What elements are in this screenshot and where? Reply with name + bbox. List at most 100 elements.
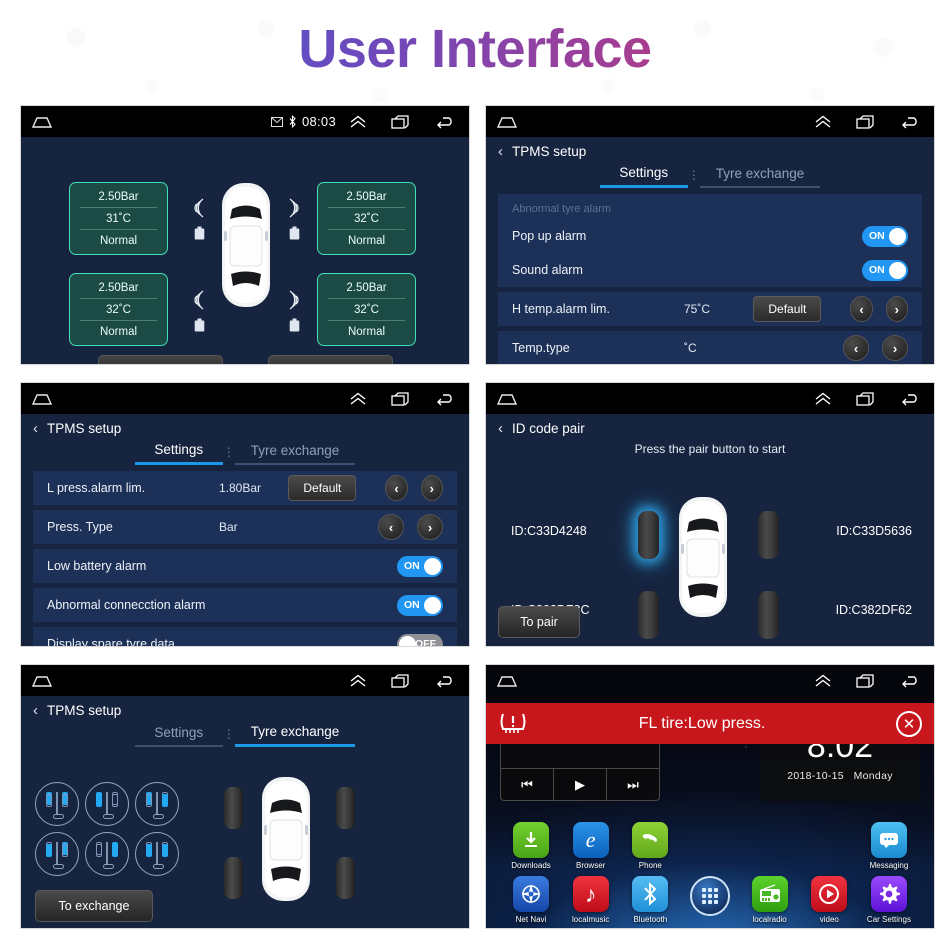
chevron-double-up-icon[interactable]	[814, 674, 832, 688]
app-net-navi[interactable]: Net Navi	[502, 876, 560, 924]
play-button[interactable]: ▶	[553, 769, 606, 800]
next-track-button[interactable]: ⏭	[606, 769, 659, 800]
row-pop-up-alarm[interactable]: Pop up alarm ON	[498, 219, 922, 253]
home-icon[interactable]	[496, 392, 518, 406]
id-pair-screen: ‹ ID code pair Press the pair button to …	[486, 414, 934, 646]
back-icon[interactable]	[900, 392, 920, 406]
row-abnormal-connection-alarm[interactable]: Abnormal connecction alarm ON	[33, 588, 457, 622]
rotation-pattern-4-icon[interactable]	[35, 832, 79, 876]
recents-icon[interactable]	[391, 391, 411, 406]
tire-card-front-left[interactable]: 2.50Bar 31˚C Normal	[69, 182, 168, 255]
back-chevron-icon[interactable]: ‹	[33, 703, 38, 718]
tyre-rear-right[interactable]	[758, 591, 779, 639]
app-label: Car Settings	[866, 915, 911, 924]
display-spare-tyre-data-toggle[interactable]: OFF	[397, 633, 443, 646]
chevron-double-up-icon[interactable]	[349, 115, 367, 129]
back-icon[interactable]	[435, 674, 455, 688]
app-browser[interactable]: e Browser	[562, 822, 620, 870]
tyre-rear-left[interactable]	[638, 591, 659, 639]
app-localradio[interactable]: localradio	[741, 876, 799, 924]
row-press-type[interactable]: Press. Type Bar ‹ ›	[33, 510, 457, 544]
recents-icon[interactable]	[856, 673, 876, 688]
previous-track-button[interactable]: ⏮	[501, 769, 553, 800]
back-icon[interactable]	[900, 674, 920, 688]
decrease-button[interactable]: ‹	[843, 335, 869, 361]
signal-waves-icon	[289, 290, 299, 310]
back-icon[interactable]	[435, 392, 455, 406]
decrease-button[interactable]: ‹	[850, 296, 873, 322]
tyre-front-left[interactable]	[638, 511, 659, 559]
back-icon[interactable]	[900, 115, 920, 129]
home-icon[interactable]	[31, 674, 53, 688]
app-phone[interactable]: Phone	[621, 822, 679, 870]
tire-temp: 32˚C	[328, 207, 405, 229]
app-bluetooth[interactable]: Bluetooth	[621, 876, 679, 924]
tire-card-rear-right[interactable]: 2.50Bar 32˚C Normal	[317, 273, 416, 346]
increase-button[interactable]: ›	[417, 514, 443, 540]
rotation-pattern-2-icon[interactable]	[85, 782, 129, 826]
app-downloads[interactable]: Downloads	[502, 822, 560, 870]
gear-icon	[870, 876, 907, 912]
increase-button[interactable]: ›	[885, 296, 908, 322]
decrease-button[interactable]: ‹	[378, 514, 404, 540]
row-l-press-alarm-lim[interactable]: L press.alarm lim. 1.80Bar Default ‹ ›	[33, 471, 457, 505]
tire-card-rear-left[interactable]: 2.50Bar 32˚C Normal	[69, 273, 168, 346]
home-icon[interactable]	[31, 392, 53, 406]
app-car-settings[interactable]: Car Settings	[860, 876, 918, 924]
row-low-battery-alarm[interactable]: Low battery alarm ON	[33, 549, 457, 583]
row-temp-type[interactable]: Temp.type ˚C ‹ ›	[498, 331, 922, 364]
chevron-double-up-icon[interactable]	[349, 392, 367, 406]
home-icon[interactable]	[496, 674, 518, 688]
app-messaging[interactable]: Messaging	[860, 822, 918, 870]
pop-up-alarm-toggle[interactable]: ON	[862, 225, 908, 247]
tire-card-front-right[interactable]: 2.50Bar 32˚C Normal	[317, 182, 416, 255]
rotation-pattern-1-icon[interactable]	[35, 782, 79, 826]
id-code-pair-button[interactable]: ID code pair	[97, 355, 223, 364]
status-time: 08:03	[301, 114, 336, 129]
panel-home-alert: 01Chuange 01:00/04:23 ⏮ ▶ ⏭ 8:02 2018-10…	[485, 664, 935, 929]
tab-tyre-exchange[interactable]: Tyre exchange	[699, 164, 821, 188]
back-chevron-icon[interactable]: ‹	[498, 144, 503, 159]
row-h-temp-alarm-lim[interactable]: H temp.alarm lim. 75˚C Default ‹ ›	[498, 292, 922, 326]
recents-icon[interactable]	[391, 114, 411, 129]
row-display-spare-tyre-data[interactable]: Display spare tyre data OFF	[33, 627, 457, 646]
tab-settings[interactable]: Settings	[599, 163, 688, 188]
recents-icon[interactable]	[856, 114, 876, 129]
decrease-button[interactable]: ‹	[385, 475, 408, 501]
close-icon[interactable]: ✕	[896, 710, 922, 737]
tab-tyre-exchange[interactable]: Tyre exchange	[234, 441, 356, 465]
tpms-alert-banner: FL tire:Low press. ✕	[486, 703, 934, 744]
back-icon[interactable]	[435, 115, 455, 129]
chevron-double-up-icon[interactable]	[349, 674, 367, 688]
chevron-double-up-icon[interactable]	[814, 392, 832, 406]
default-button[interactable]: Default	[288, 475, 357, 501]
tab-tyre-exchange[interactable]: Tyre exchange	[234, 722, 356, 747]
back-chevron-icon[interactable]: ‹	[498, 421, 503, 436]
home-icon[interactable]	[496, 115, 518, 129]
rotation-pattern-3-icon[interactable]	[135, 782, 179, 826]
chevron-double-up-icon[interactable]	[814, 115, 832, 129]
increase-button[interactable]: ›	[882, 335, 908, 361]
app-video[interactable]: video	[800, 876, 858, 924]
increase-button[interactable]: ›	[420, 475, 443, 501]
row-sound-alarm[interactable]: Sound alarm ON	[498, 253, 922, 287]
low-battery-alarm-toggle[interactable]: ON	[397, 555, 443, 577]
to-pair-button[interactable]: To pair	[498, 606, 580, 638]
tab-settings[interactable]: Settings	[134, 723, 223, 747]
tire-temp: 32˚C	[80, 298, 157, 320]
to-exchange-button[interactable]: To exchange	[35, 890, 153, 922]
abnormal-connection-alarm-toggle[interactable]: ON	[397, 594, 443, 616]
back-chevron-icon[interactable]: ‹	[33, 421, 38, 436]
recents-icon[interactable]	[391, 673, 411, 688]
tab-settings[interactable]: Settings	[134, 440, 223, 465]
tpms-setup-button[interactable]: TPMS setup	[267, 355, 393, 364]
app-drawer[interactable]	[681, 876, 739, 924]
recents-icon[interactable]	[856, 391, 876, 406]
home-icon[interactable]	[31, 115, 53, 129]
sound-alarm-toggle[interactable]: ON	[862, 259, 908, 281]
rotation-pattern-5-icon[interactable]	[85, 832, 129, 876]
tyre-front-right[interactable]	[758, 511, 779, 559]
app-localmusic[interactable]: ♪ localmusic	[562, 876, 620, 924]
default-button[interactable]: Default	[753, 296, 822, 322]
rotation-pattern-6-icon[interactable]	[135, 832, 179, 876]
